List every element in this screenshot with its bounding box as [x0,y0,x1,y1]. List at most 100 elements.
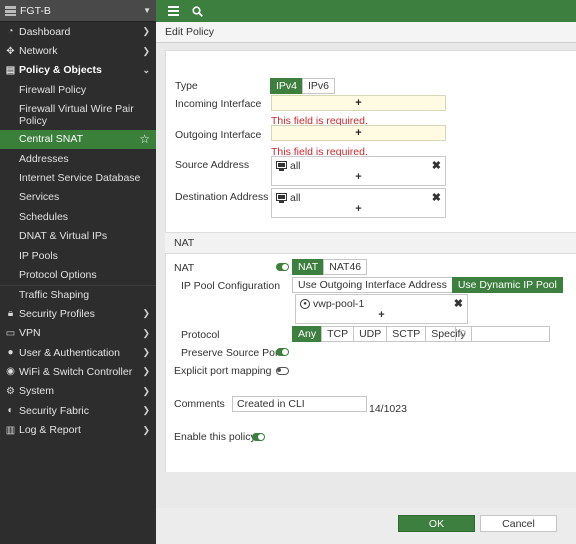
ok-button[interactable]: OK [398,515,475,532]
protocol-selector: Any TCP UDP SCTP Specify [292,326,472,342]
preserve-source-port-toggle[interactable] [276,348,289,356]
sidebar-item-label: Dashboard [19,25,71,38]
sidebar-item-label: Policy & Objects [19,64,102,77]
protocol-sctp[interactable]: SCTP [386,326,427,342]
sidebar-item-isdb[interactable]: Internet Service Database [0,168,156,187]
search-icon[interactable] [188,2,206,20]
source-address-field[interactable]: all ✖ + [271,156,446,186]
dashboard-icon: ◔ [7,26,14,38]
enable-policy-label: Enable this policy [174,431,256,443]
chevron-right-icon: ❯ [142,424,150,435]
chevron-down-icon: ⌄ [142,64,150,75]
address-icon [276,161,287,171]
sidebar-item-security-profiles[interactable]: 🔒︎ Security Profiles ❯ [0,304,156,323]
sidebar-item-user-auth[interactable]: ● User & Authentication ❯ [0,343,156,362]
chevron-right-icon: ❯ [142,385,150,396]
sidebar-item-label: Addresses [19,152,69,165]
sidebar-item-label: Schedules [19,210,69,223]
vpn-icon: ▭ [5,327,16,339]
policy-icon: ▤ [5,64,16,76]
device-selector[interactable]: FGT-B ▼ [0,0,156,22]
add-source-icon[interactable]: + [272,171,445,183]
explicit-port-mapping-label: Explicit port mapping [174,365,272,377]
use-outgoing-interface-option[interactable]: Use Outgoing Interface Address [292,277,453,293]
sidebar-item-label: Security Profiles [19,307,95,320]
fabric-icon: ◐ [7,405,14,417]
sidebar-item-vpn[interactable]: ▭ VPN ❯ [0,323,156,342]
nat-option[interactable]: NAT [292,259,325,275]
sidebar-item-central-snat[interactable]: Central SNAT ☆ [0,129,156,149]
sidebar-item-label: User & Authentication [19,346,120,359]
sidebar-item-dnat[interactable]: DNAT & Virtual IPs [0,227,156,246]
explicit-port-mapping-toggle[interactable] [276,367,289,375]
incoming-interface-field[interactable]: + [271,95,446,111]
destination-address-field[interactable]: all ✖ + [271,188,446,218]
sidebar-item-label: Protocol Options [19,268,97,281]
sidebar-item-addresses[interactable]: Addresses [0,149,156,168]
user-icon: ● [7,347,14,359]
sidebar-item-label: IP Pools [19,249,58,262]
sidebar-item-policy-objects[interactable]: ▤ Policy & Objects ⌄ [0,61,156,80]
sidebar-item-firewall-policy[interactable]: Firewall Policy [0,80,156,99]
sidebar-item-label: VPN [19,327,41,340]
sidebar-item-ip-pools[interactable]: IP Pools [0,246,156,265]
comments-input[interactable]: Created in CLI [232,396,367,412]
enable-policy-toggle[interactable] [252,433,265,441]
sidebar-item-services[interactable]: Services [0,188,156,207]
sidebar-item-label: System [19,385,55,398]
sidebar-item-label: WiFi & Switch Controller [19,365,133,378]
device-name: FGT-B [20,4,51,17]
sidebar-item-log-report[interactable]: ▥ Log & Report ❯ [0,420,156,439]
sidebar-item-protocol-options[interactable]: Protocol Options [0,265,156,284]
use-dynamic-ip-pool-option[interactable]: Use Dynamic IP Pool [451,277,563,293]
sidebar-item-wifi-switch[interactable]: ◉ WiFi & Switch Controller ❯ [0,362,156,381]
sidebar-item-network[interactable]: ✥ Network ❯ [0,41,156,60]
type-label: Type [175,80,198,92]
type-selector: IPv4 IPv6 [270,78,336,94]
sidebar-item-dashboard[interactable]: ◔ Dashboard ❯ [0,22,156,41]
sidebar-item-security-fabric[interactable]: ◐ Security Fabric ❯ [0,401,156,420]
ip-pool-field[interactable]: ● vwp-pool-1 ✖ + [295,294,468,324]
sidebar-item-schedules[interactable]: Schedules [0,207,156,226]
star-icon[interactable]: ☆ [139,132,150,146]
sidebar-item-system[interactable]: ⚙ System ❯ [0,382,156,401]
network-icon: ✥ [6,45,15,57]
protocol-udp[interactable]: UDP [353,326,388,342]
type-ipv4-option[interactable]: IPv4 [270,78,304,94]
nat-label: NAT [174,262,195,274]
sidebar-item-label: Log & Report [19,424,81,437]
outgoing-interface-field[interactable]: + [271,125,446,141]
type-ipv6-option[interactable]: IPv6 [302,78,336,94]
footer: OK Cancel [156,508,576,544]
chevron-right-icon: ❯ [142,405,150,416]
nat46-option[interactable]: NAT46 [323,259,368,275]
sidebar-item-label: Firewall Virtual Wire Pair Policy [19,102,134,127]
add-destination-icon[interactable]: + [272,203,445,215]
nat-section-header: NAT [165,233,576,254]
protocol-label: Protocol [181,329,220,341]
sidebar-item-label: DNAT & Virtual IPs [19,230,108,243]
protocol-number-input[interactable]: 0 [455,326,550,342]
menu-icon[interactable] [164,2,182,20]
wifi-icon: ◉ [6,366,15,378]
sidebar-item-label: Central SNAT [19,133,83,146]
sidebar-item-vwp-policy[interactable]: Firewall Virtual Wire Pair Policy [0,100,156,130]
sidebar-item-label: Security Fabric [19,404,90,417]
cancel-button[interactable]: Cancel [480,515,557,532]
protocol-tcp[interactable]: TCP [321,326,355,342]
sidebar: FGT-B ▼ ◔ Dashboard ❯ ✥ Network ❯ ▤ Poli… [0,0,156,544]
protocol-any[interactable]: Any [292,326,323,342]
nat-section: NAT NAT NAT NAT46 IP Pool Configuration … [165,232,576,472]
lock-icon: 🔒︎ [7,308,14,320]
ip-pool-config-selector: Use Outgoing Interface Address Use Dynam… [292,277,563,293]
add-ip-pool-icon[interactable]: + [296,309,467,321]
source-address-label: Source Address [175,159,250,171]
top-bar [156,0,576,22]
chevron-down-icon[interactable]: ▼ [143,6,151,15]
comments-counter: 14/1023 [369,403,407,415]
nat-toggle[interactable] [276,263,289,271]
sidebar-item-traffic-shaping[interactable]: Traffic Shaping [0,284,156,304]
sidebar-item-label: Firewall Policy [19,83,87,96]
chevron-right-icon: ❯ [142,327,150,338]
chevron-right-icon: ❯ [142,308,150,319]
